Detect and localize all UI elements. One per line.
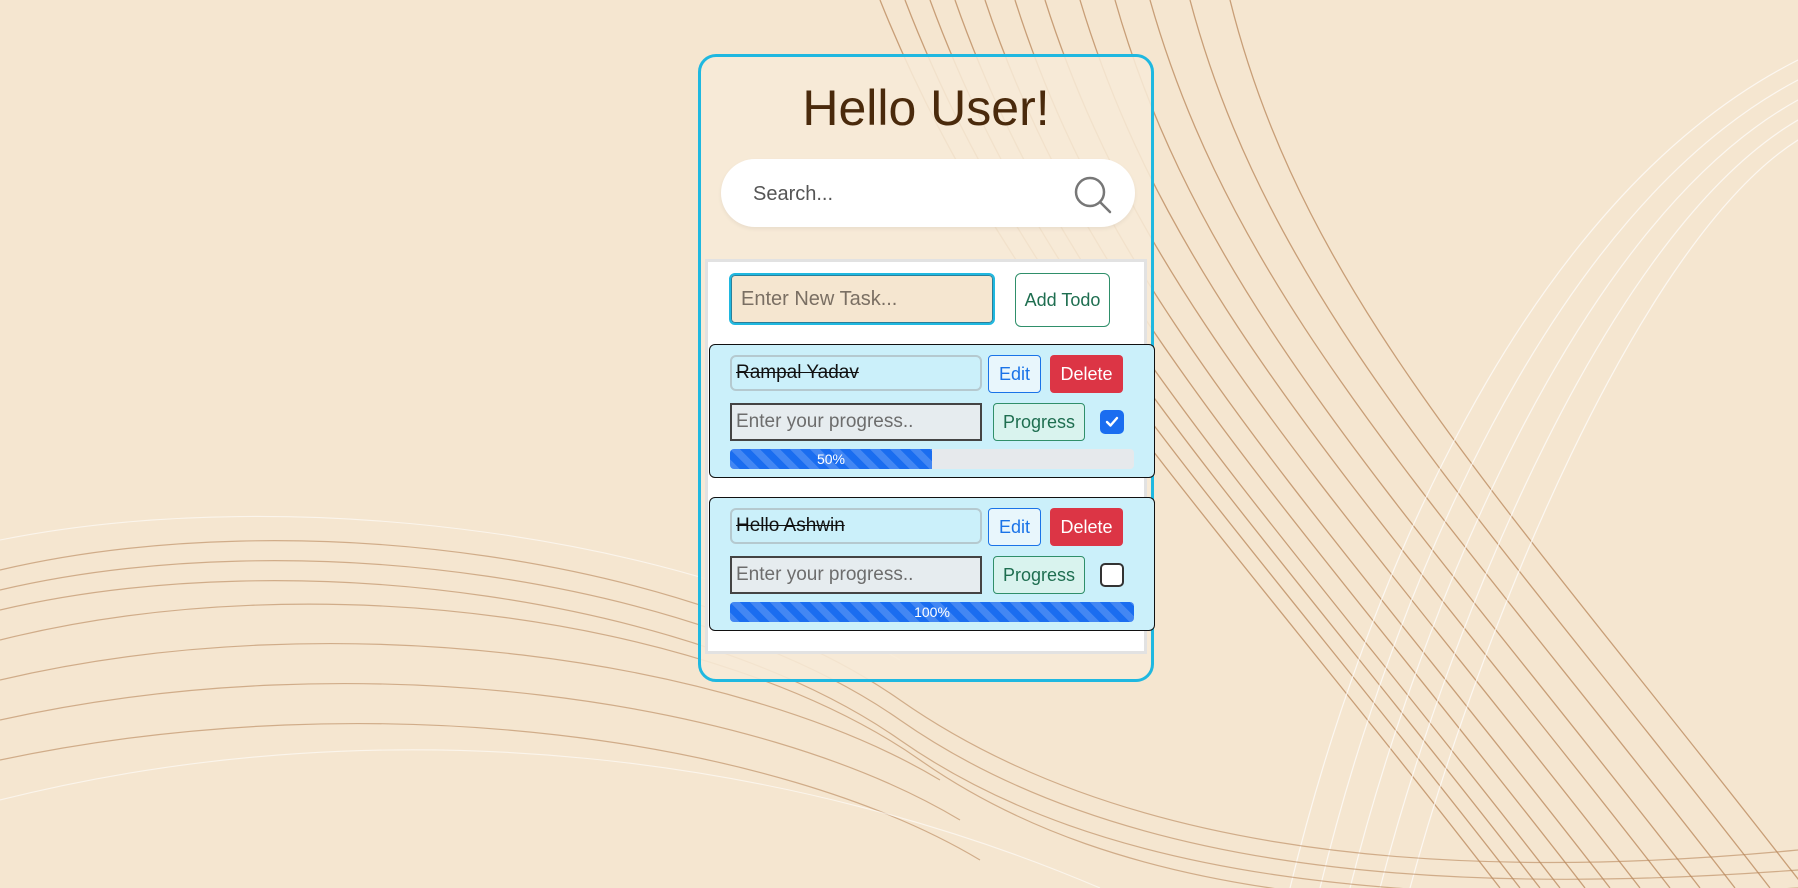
edit-button[interactable]: Edit [988,355,1041,393]
progress-bar-fill: 100% [730,602,1134,622]
progress-input[interactable] [730,403,982,441]
complete-checkbox[interactable] [1100,563,1124,587]
progress-bar-fill: 50% [730,449,932,469]
page-title: Hello User! [802,80,1050,136]
check-icon [1105,416,1119,427]
progress-button[interactable]: Progress [993,556,1085,594]
delete-button[interactable]: Delete [1050,355,1123,393]
progress-input[interactable] [730,556,982,594]
todo-card: Hello User! Add Todo Rampal Yadav Edit D… [698,54,1155,682]
todo-item: Rampal Yadav Edit Delete Progress 50% [709,344,1155,478]
delete-button[interactable]: Delete [1050,508,1123,546]
add-todo-button[interactable]: Add Todo [1015,273,1110,327]
progress-bar: 100% [730,602,1134,622]
complete-checkbox[interactable] [1100,410,1124,434]
todo-title: Hello Ashwin [730,508,982,544]
search-input[interactable] [751,173,1055,215]
search-icon[interactable] [1073,175,1113,215]
todo-item: Hello Ashwin Edit Delete Progress 100% [709,497,1155,631]
progress-button[interactable]: Progress [993,403,1085,441]
progress-bar: 50% [730,449,1134,469]
edit-button[interactable]: Edit [988,508,1041,546]
search-bar [721,159,1135,227]
todo-panel: Add Todo Rampal Yadav Edit Delete Progre… [705,259,1155,654]
new-task-input[interactable] [729,273,995,325]
todo-title: Rampal Yadav [730,355,982,391]
